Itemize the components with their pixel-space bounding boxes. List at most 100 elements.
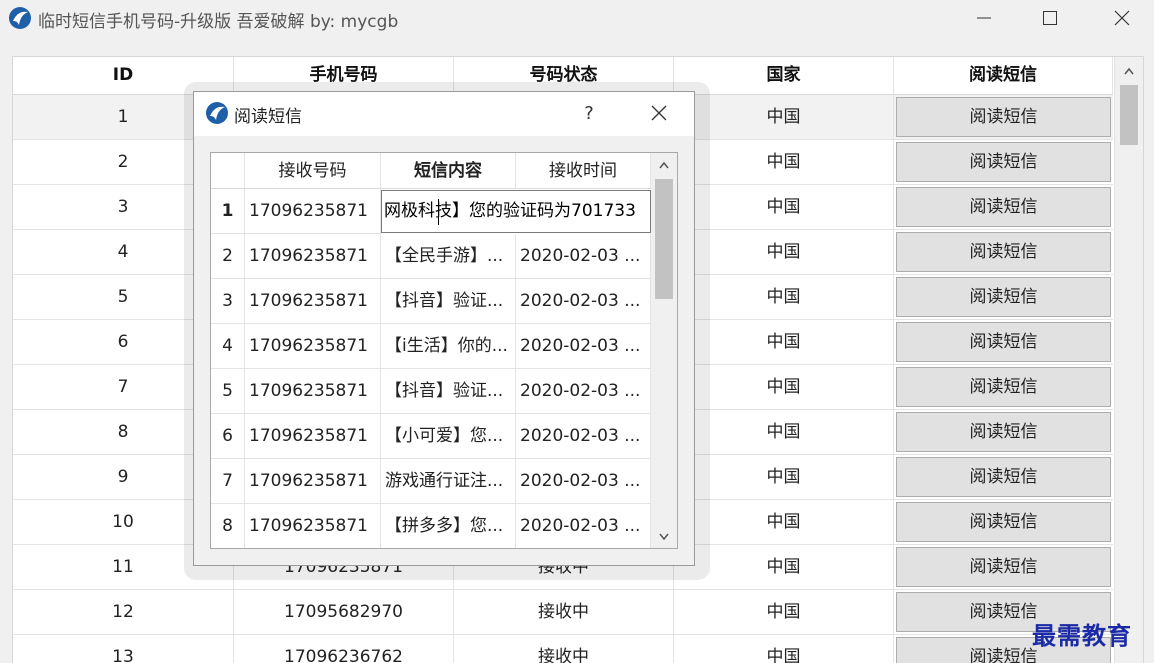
cell-sms-content[interactable]: 【抖音】验证... bbox=[381, 279, 516, 324]
table-row[interactable]: 12 17095682970 接收中 中国 阅读短信 bbox=[13, 590, 1113, 635]
cell-receive-number: 17096235871 bbox=[245, 189, 381, 234]
sms-row[interactable]: 5 17096235871 【抖音】验证... 2020-02-03 ... bbox=[211, 369, 651, 414]
row-number: 2 bbox=[211, 234, 245, 279]
scrollbar-thumb[interactable] bbox=[1120, 85, 1138, 145]
window-title: 临时短信手机号码-升级版 吾爱破解 by: mycgb bbox=[38, 12, 399, 32]
sms-row[interactable]: 3 17096235871 【抖音】验证... 2020-02-03 ... bbox=[211, 279, 651, 324]
cell-receive-time[interactable]: 2020-02-03 ... bbox=[516, 459, 651, 504]
dialog-titlebar: 阅读短信 ? bbox=[194, 92, 694, 136]
editing-text: 网极科技】您的验证码为701733 bbox=[384, 201, 636, 221]
read-sms-button[interactable]: 阅读短信 bbox=[896, 367, 1111, 407]
scroll-up-icon[interactable] bbox=[1124, 67, 1134, 75]
close-icon bbox=[651, 105, 667, 121]
row-number: 4 bbox=[211, 324, 245, 369]
read-sms-button[interactable]: 阅读短信 bbox=[896, 412, 1111, 452]
cell-receive-time[interactable]: 2020-02-03 ... bbox=[516, 279, 651, 324]
cell-sms-content[interactable]: 【全民手游】... bbox=[381, 234, 516, 279]
cell-id: 12 bbox=[13, 590, 234, 634]
cell-receive-time[interactable]: 2020-02-03 ... bbox=[516, 369, 651, 414]
scrollbar-thumb[interactable] bbox=[655, 179, 673, 299]
cell-sms-content[interactable]: 【i生活】你的... bbox=[381, 324, 516, 369]
text-caret bbox=[438, 199, 439, 225]
cell-receive-number: 17096235871 bbox=[245, 324, 381, 369]
header-receive-time[interactable]: 接收时间 bbox=[516, 153, 651, 189]
watermark: 最需教育 bbox=[1032, 621, 1132, 650]
dialog-close-button[interactable] bbox=[642, 98, 676, 128]
app-logo-icon bbox=[206, 102, 228, 124]
cell-sms-content[interactable]: 【拼多多】您... bbox=[381, 504, 516, 548]
sms-row[interactable]: 1 17096235871 网极科技】您的验证码为701733 bbox=[211, 189, 651, 234]
cell-status: 接收中 bbox=[454, 590, 674, 634]
cell-receive-number: 17096235871 bbox=[245, 279, 381, 324]
cell-country: 中国 bbox=[674, 590, 894, 634]
row-number: 5 bbox=[211, 369, 245, 414]
close-icon bbox=[1114, 10, 1130, 26]
cell-action: 阅读短信 bbox=[894, 320, 1113, 364]
cell-receive-number: 17096235871 bbox=[245, 414, 381, 459]
cell-action: 阅读短信 bbox=[894, 95, 1113, 139]
cell-action: 阅读短信 bbox=[894, 140, 1113, 184]
cell-action: 阅读短信 bbox=[894, 545, 1113, 589]
cell-phone: 17096236762 bbox=[234, 635, 454, 663]
read-sms-button[interactable]: 阅读短信 bbox=[896, 97, 1111, 137]
cell-action: 阅读短信 bbox=[894, 410, 1113, 454]
cell-action: 阅读短信 bbox=[894, 455, 1113, 499]
read-sms-button[interactable]: 阅读短信 bbox=[896, 277, 1111, 317]
cell-id: 13 bbox=[13, 635, 234, 663]
header-receive-number[interactable]: 接收号码 bbox=[245, 153, 381, 189]
sms-content-editor[interactable]: 网极科技】您的验证码为701733 bbox=[381, 190, 651, 233]
header-sms-content[interactable]: 短信内容 bbox=[381, 153, 516, 189]
table-scrollbar[interactable] bbox=[1114, 57, 1143, 663]
cell-receive-number: 17096235871 bbox=[245, 369, 381, 414]
scroll-down-icon[interactable] bbox=[659, 533, 669, 541]
read-sms-button[interactable]: 阅读短信 bbox=[896, 142, 1111, 182]
row-number: 1 bbox=[211, 189, 245, 234]
cell-receive-time[interactable]: 2020-02-03 ... bbox=[516, 504, 651, 548]
help-button[interactable]: ? bbox=[574, 100, 604, 128]
read-sms-button[interactable]: 阅读短信 bbox=[896, 547, 1111, 587]
maximize-icon bbox=[1043, 11, 1057, 25]
scroll-up-icon[interactable] bbox=[659, 161, 669, 169]
read-sms-button[interactable]: 阅读短信 bbox=[896, 322, 1111, 362]
cell-action: 阅读短信 bbox=[894, 365, 1113, 409]
cell-action: 阅读短信 bbox=[894, 275, 1113, 319]
minimize-button[interactable] bbox=[956, 0, 1012, 36]
cell-country: 中国 bbox=[674, 635, 894, 663]
cell-receive-time[interactable]: 2020-02-03 ... bbox=[516, 234, 651, 279]
read-sms-button[interactable]: 阅读短信 bbox=[896, 457, 1111, 497]
cell-action: 阅读短信 bbox=[894, 230, 1113, 274]
header-corner bbox=[211, 153, 245, 189]
table-row[interactable]: 13 17096236762 接收中 中国 阅读短信 bbox=[13, 635, 1113, 663]
cell-receive-number: 17096235871 bbox=[245, 234, 381, 279]
cell-receive-time[interactable]: 2020-02-03 ... bbox=[516, 414, 651, 459]
sms-row[interactable]: 2 17096235871 【全民手游】... 2020-02-03 ... bbox=[211, 234, 651, 279]
cell-status: 接收中 bbox=[454, 635, 674, 663]
window-titlebar: 临时短信手机号码-升级版 吾爱破解 by: mycgb bbox=[0, 0, 1154, 38]
read-sms-button[interactable]: 阅读短信 bbox=[896, 232, 1111, 272]
cell-receive-number: 17096235871 bbox=[245, 459, 381, 504]
cell-sms-content[interactable]: 游戏通行证注... bbox=[381, 459, 516, 504]
cell-sms-content[interactable]: 【小可爱】您... bbox=[381, 414, 516, 459]
read-sms-button[interactable]: 阅读短信 bbox=[896, 187, 1111, 227]
cell-sms-content[interactable]: 【抖音】验证... bbox=[381, 369, 516, 414]
minimize-icon bbox=[977, 17, 991, 19]
maximize-button[interactable] bbox=[1022, 0, 1078, 36]
app-logo-icon bbox=[9, 7, 31, 29]
sms-row[interactable]: 7 17096235871 游戏通行证注... 2020-02-03 ... bbox=[211, 459, 651, 504]
close-button[interactable] bbox=[1094, 0, 1150, 36]
read-sms-button[interactable]: 阅读短信 bbox=[896, 502, 1111, 542]
cell-receive-number: 17096235871 bbox=[245, 504, 381, 548]
sms-table: 接收号码 短信内容 接收时间 1 17096235871 网极科技】您的验证码为70… bbox=[210, 152, 678, 549]
sms-row[interactable]: 4 17096235871 【i生活】你的... 2020-02-03 ... bbox=[211, 324, 651, 369]
cell-receive-time[interactable]: 2020-02-03 ... bbox=[516, 324, 651, 369]
sms-scrollbar[interactable] bbox=[651, 153, 677, 548]
row-number: 3 bbox=[211, 279, 245, 324]
read-sms-dialog: 阅读短信 ? 接收号码 短信内容 接收时间 1 17096235871 网极科技】您… bbox=[193, 91, 695, 566]
row-number: 6 bbox=[211, 414, 245, 459]
sms-row[interactable]: 6 17096235871 【小可爱】您... 2020-02-03 ... bbox=[211, 414, 651, 459]
cell-action: 阅读短信 bbox=[894, 500, 1113, 544]
dialog-title: 阅读短信 bbox=[234, 107, 302, 127]
sms-row[interactable]: 8 17096235871 【拼多多】您... 2020-02-03 ... bbox=[211, 504, 651, 548]
header-read-sms[interactable]: 阅读短信 bbox=[894, 57, 1113, 94]
row-number: 7 bbox=[211, 459, 245, 504]
